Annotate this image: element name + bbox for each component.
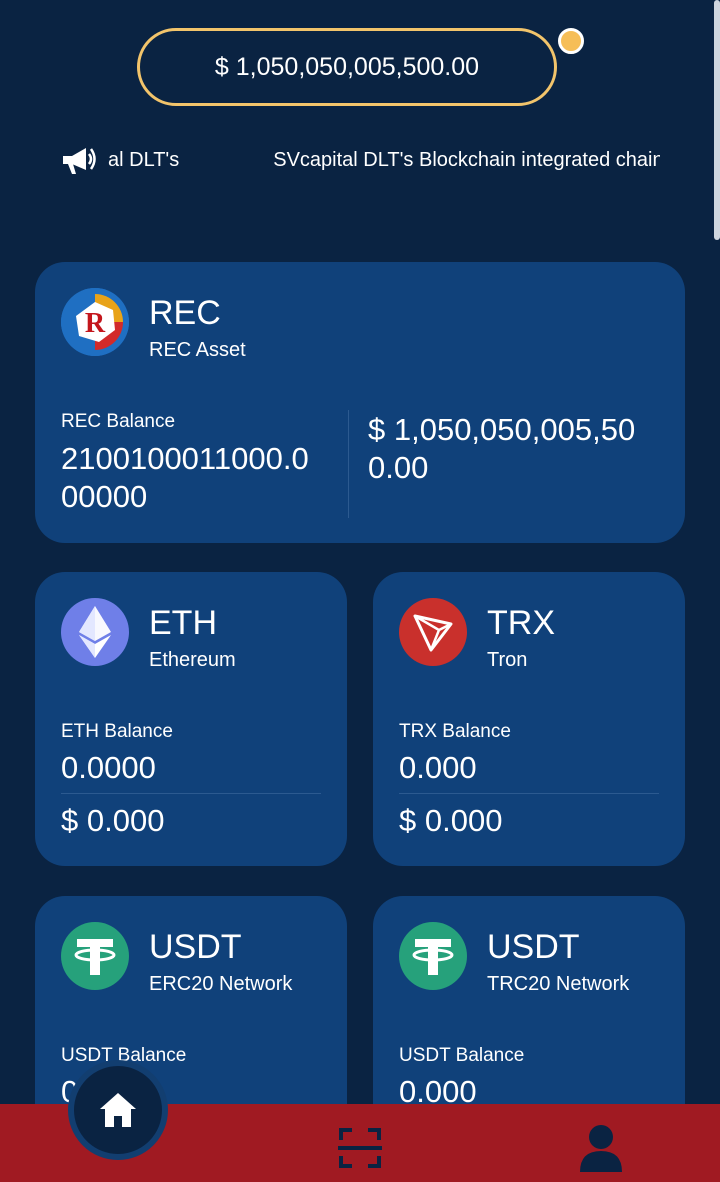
announcement-ticker: al DLT's SVcapital DLT's Blockchain inte… bbox=[60, 140, 660, 180]
balance-value: 0.000 bbox=[399, 750, 477, 785]
usdt-coin-icon bbox=[399, 922, 467, 990]
balance-label: USDT Balance bbox=[399, 1045, 525, 1066]
rec-coin-icon: R bbox=[61, 288, 129, 356]
eth-asset-card[interactable]: ETH Ethereum ETH Balance 0.0000 $ 0.000 bbox=[35, 572, 347, 866]
balance-label: REC Balance bbox=[61, 411, 176, 432]
trx-asset-card[interactable]: TRX Tron TRX Balance 0.000 $ 0.000 bbox=[373, 572, 685, 866]
ticker-text-right: SVcapital DLT's Blockchain integrated ch… bbox=[273, 148, 660, 171]
megaphone-icon bbox=[63, 148, 96, 174]
coin-name: ERC20 Network bbox=[149, 973, 293, 995]
notification-dot-icon[interactable] bbox=[558, 28, 584, 54]
total-balance-pill: $ 1,050,050,005,500.00 bbox=[137, 28, 557, 106]
profile-icon[interactable] bbox=[578, 1124, 624, 1172]
trx-coin-icon bbox=[399, 598, 467, 666]
balance-label: TRX Balance bbox=[399, 721, 511, 742]
home-icon bbox=[100, 1093, 136, 1127]
coin-name: TRC20 Network bbox=[487, 973, 630, 995]
eth-coin-icon bbox=[61, 598, 129, 666]
coin-symbol: USDT bbox=[149, 928, 242, 966]
usd-value: $ 0.000 bbox=[61, 803, 165, 838]
rec-asset-card[interactable]: R REC REC Asset REC Balance 210010001100… bbox=[35, 262, 685, 543]
balance-label: ETH Balance bbox=[61, 721, 173, 742]
scan-icon[interactable] bbox=[338, 1127, 382, 1169]
coin-name: REC Asset bbox=[149, 339, 246, 361]
home-button[interactable] bbox=[68, 1060, 168, 1160]
ticker-text-left: al DLT's bbox=[108, 148, 180, 171]
balance-value: 0.0000 bbox=[61, 750, 156, 785]
balance-value: 2100100011000.0 00000 bbox=[61, 441, 309, 514]
coin-symbol: USDT bbox=[487, 928, 580, 966]
coin-symbol: REC bbox=[149, 294, 221, 332]
coin-name: Ethereum bbox=[149, 649, 236, 671]
coin-name: Tron bbox=[487, 649, 528, 671]
scrollbar[interactable] bbox=[714, 0, 720, 240]
usd-value: $ 0.000 bbox=[399, 803, 503, 838]
coin-symbol: ETH bbox=[149, 604, 217, 642]
coin-symbol: TRX bbox=[487, 604, 555, 642]
usdt-coin-icon bbox=[61, 922, 129, 990]
usd-value: $ 1,050,050,005,50 0.00 bbox=[368, 412, 636, 485]
total-balance-value: $ 1,050,050,005,500.00 bbox=[214, 52, 480, 81]
svg-text:R: R bbox=[85, 308, 106, 339]
